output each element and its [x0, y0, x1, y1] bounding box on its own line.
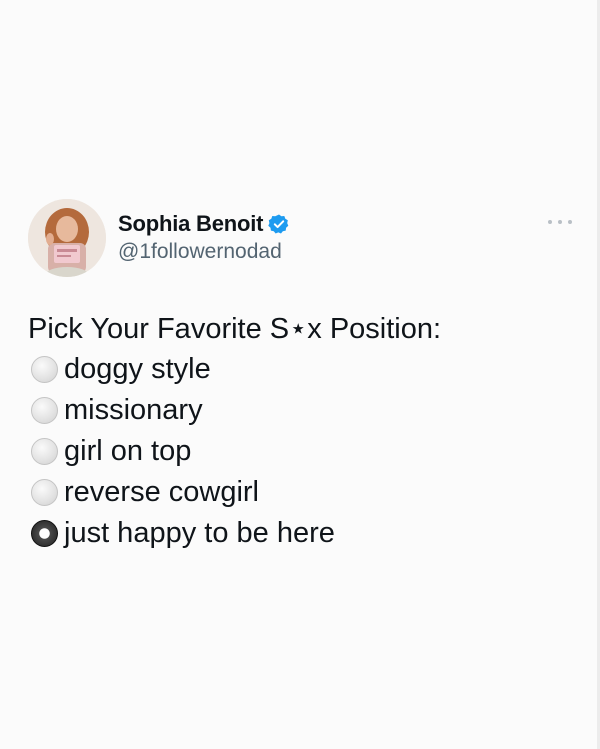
option-label: girl on top: [64, 435, 192, 467]
option-missionary[interactable]: missionary: [28, 390, 578, 431]
radio-unselected-icon[interactable]: [31, 397, 58, 424]
verified-badge-icon: [268, 214, 289, 234]
option-reverse-cowgirl[interactable]: reverse cowgirl: [28, 472, 578, 513]
radio-unselected-icon[interactable]: [31, 479, 58, 506]
option-just-happy-to-be-here[interactable]: just happy to be here: [28, 513, 578, 554]
tweet-text: Pick Your Favorite S⋆x Position: doggy s…: [28, 309, 578, 554]
more-dot: [558, 220, 562, 224]
option-label: doggy style: [64, 353, 211, 385]
option-doggy-style[interactable]: doggy style: [28, 349, 578, 390]
tweet-card: Sophia Benoit @1followernodad Pick Your …: [0, 0, 600, 749]
display-name[interactable]: Sophia Benoit: [118, 211, 263, 237]
option-girl-on-top[interactable]: girl on top: [28, 431, 578, 472]
more-dot: [568, 220, 572, 224]
tweet-headline: Pick Your Favorite S⋆x Position:: [28, 313, 442, 345]
radio-unselected-icon[interactable]: [31, 356, 58, 383]
radio-selected-icon[interactable]: [31, 520, 58, 547]
option-label: reverse cowgirl: [64, 476, 259, 508]
option-label: just happy to be here: [64, 517, 335, 549]
user-handle[interactable]: @1followernodad: [118, 240, 282, 264]
name-row: Sophia Benoit: [118, 209, 290, 239]
avatar[interactable]: [28, 199, 106, 277]
radio-unselected-icon[interactable]: [31, 438, 58, 465]
option-label: missionary: [64, 394, 203, 426]
more-options-icon[interactable]: [548, 216, 572, 228]
more-dot: [548, 220, 552, 224]
